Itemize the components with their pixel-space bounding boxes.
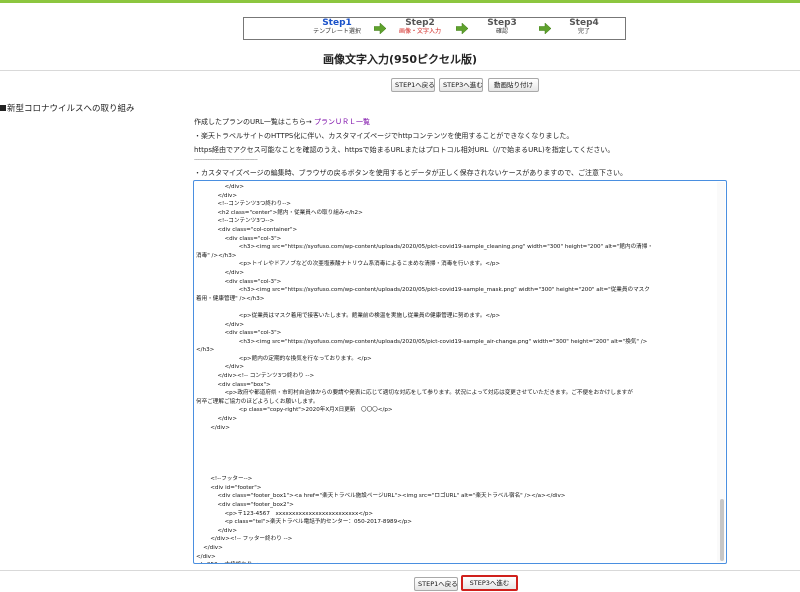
top-accent-bar xyxy=(0,0,800,3)
step1-back-button[interactable]: STEP1へ戻る xyxy=(391,78,435,92)
editor-content[interactable]: </div> </div> <!--コンテンツ3つ終わり--> <h2 clas… xyxy=(196,183,716,563)
plan-url-text: 作成したプランのURL一覧はこちら→ xyxy=(194,118,314,126)
paste-video-button[interactable]: 動画貼り付け xyxy=(488,78,539,92)
html-editor-textarea[interactable]: </div> </div> <!--コンテンツ3つ終わり--> <h2 clas… xyxy=(193,180,727,564)
plan-url-line: 作成したプランのURL一覧はこちら→ プランＵＲＬ一覧 xyxy=(194,117,370,127)
step-4: Step4 完了 xyxy=(549,19,619,35)
footer-divider xyxy=(0,570,800,571)
step-3: Step3 確認 xyxy=(467,19,537,35)
bottom-step1-back-button[interactable]: STEP1へ戻る xyxy=(414,577,458,591)
https-notice: ・楽天トラベルサイトのHTTPS化に伴い、カスタマイズページでhttpコンテンツ… xyxy=(194,132,574,140)
editor-scroll-thumb[interactable] xyxy=(720,499,724,561)
separator-line: -------------------------------------- xyxy=(194,156,258,163)
square-bullet-icon xyxy=(0,105,6,111)
bottom-step3-next-button[interactable]: STEP3へ進む xyxy=(461,575,518,591)
back-button-warning: ・カスタマイズページの編集時、ブラウザの戻るボタンを使用するとデータが正しく保存… xyxy=(194,169,628,177)
section-title: 新型コロナウイルスへの取り組み xyxy=(7,104,135,114)
step-2-title: Step2 xyxy=(405,18,435,28)
step3-next-button[interactable]: STEP3へ進む xyxy=(439,78,483,92)
step-3-title: Step3 xyxy=(487,18,517,28)
https-instruction: https経由でアクセス可能なことを確認のうえ、httpsで始まるURLまたはプ… xyxy=(194,146,615,154)
step-4-subtitle: 完了 xyxy=(577,28,590,35)
step-1-title: Step1 xyxy=(322,18,352,28)
step-1: Step1 テンプレート選択 xyxy=(302,19,372,35)
page-title: 画像文字入力(950ピクセル版) xyxy=(322,53,477,66)
step-2-subtitle: 画像・文字入力 xyxy=(398,28,441,35)
step-4-title: Step4 xyxy=(569,18,599,28)
step-indicator: Step1 テンプレート選択 Step2 画像・文字入力 Step3 確認 St… xyxy=(243,17,626,40)
step-2: Step2 画像・文字入力 xyxy=(385,19,455,35)
step-3-subtitle: 確認 xyxy=(495,28,508,35)
header-divider xyxy=(0,70,800,71)
step-1-subtitle: テンプレート選択 xyxy=(313,28,361,35)
section-heading: 新型コロナウイルスへの取り組み xyxy=(0,102,135,114)
plan-url-list-link[interactable]: プランＵＲＬ一覧 xyxy=(314,118,370,126)
